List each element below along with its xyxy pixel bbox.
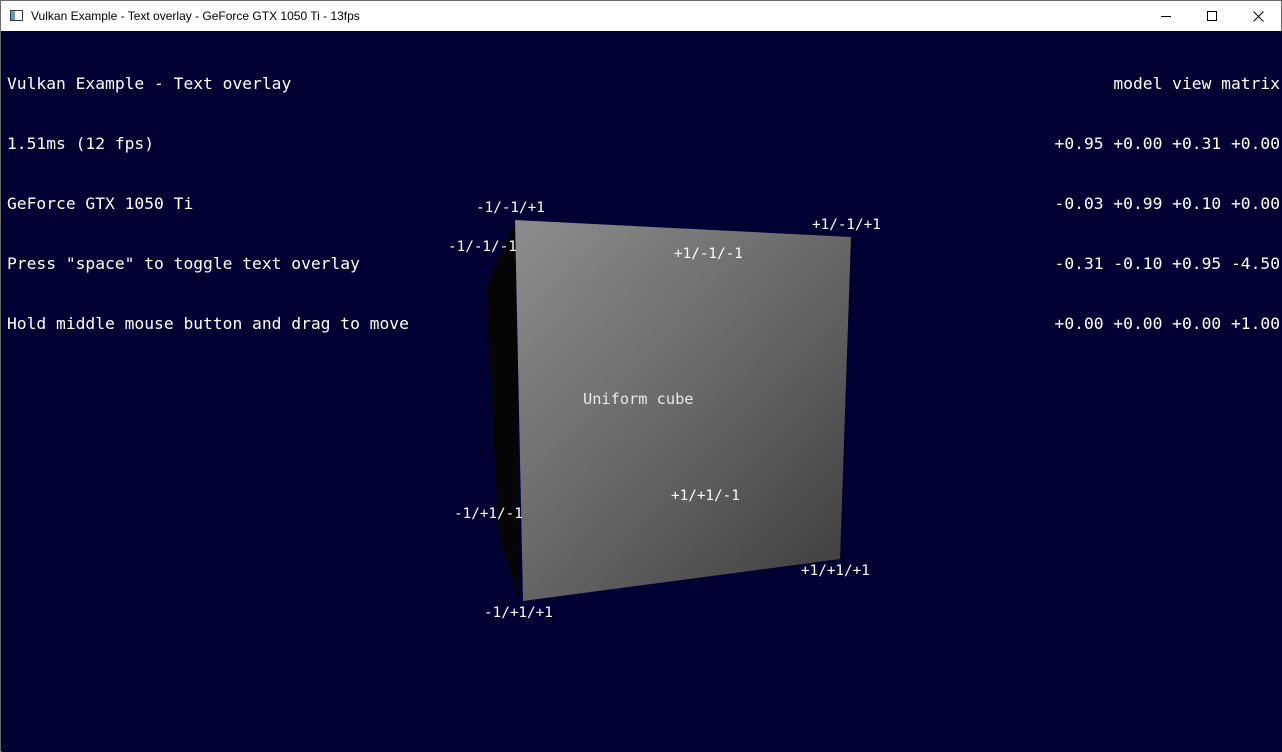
vertex-label: -1/-1/-1 <box>448 239 517 255</box>
minimize-button[interactable] <box>1143 1 1189 31</box>
vertex-label: +1/+1/+1 <box>801 563 870 579</box>
close-button[interactable] <box>1235 1 1281 31</box>
overlay-line-title: Vulkan Example - Text overlay <box>7 74 292 93</box>
cube-side-face <box>486 220 520 601</box>
matrix-row: -0.03 +0.99 +0.10 +0.00 <box>1054 194 1280 213</box>
vertex-label: +1/-1/+1 <box>812 217 881 233</box>
app-window-icon <box>10 10 23 21</box>
vertex-label: -1/-1/+1 <box>476 200 545 216</box>
overlay-line-frametime: 1.51ms (12 fps) <box>7 134 155 153</box>
maximize-icon <box>1207 11 1217 21</box>
overlay-line-gpu: GeForce GTX 1050 Ti <box>7 194 194 213</box>
matrix-title: model view matrix <box>1113 74 1280 93</box>
matrix-row: -0.31 -0.10 +0.95 -4.50 <box>1054 254 1280 273</box>
vertex-label: -1/+1/-1 <box>454 506 523 522</box>
maximize-button[interactable] <box>1189 1 1235 31</box>
close-icon <box>1252 10 1264 22</box>
render-viewport[interactable]: Vulkan Example - Text overlay 1.51ms (12… <box>2 31 1282 752</box>
model-view-matrix: model view matrix +0.95 +0.00 +0.31 +0.0… <box>1055 34 1280 374</box>
matrix-row: +0.00 +0.00 +0.00 +1.00 <box>1054 314 1280 333</box>
overlay-line-hint-mouse: Hold middle mouse button and drag to mov… <box>7 314 409 333</box>
matrix-row: +0.95 +0.00 +0.31 +0.00 <box>1054 134 1280 153</box>
vertex-label: +1/-1/-1 <box>674 246 743 262</box>
overlay-text: Vulkan Example - Text overlay 1.51ms (12… <box>7 34 409 374</box>
vertex-label: +1/+1/-1 <box>671 488 740 504</box>
vertex-label: -1/+1/+1 <box>484 605 553 621</box>
cube-front-face <box>515 220 851 601</box>
window-title: Vulkan Example - Text overlay - GeForce … <box>31 9 360 23</box>
minimize-icon <box>1161 11 1171 21</box>
title-bar[interactable]: Vulkan Example - Text overlay - GeForce … <box>1 1 1281 31</box>
overlay-line-hint-space: Press "space" to toggle text overlay <box>7 254 360 273</box>
app-window: Vulkan Example - Text overlay - GeForce … <box>0 0 1282 752</box>
cube-center-label: Uniform cube <box>583 390 694 408</box>
